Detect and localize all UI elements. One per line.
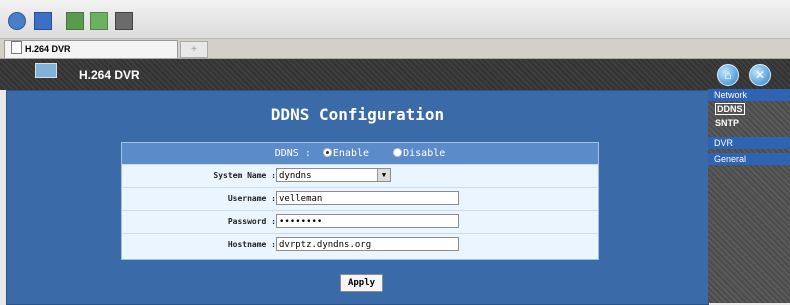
ddns-form: DDNS : Enable Disable System Name : dynd… <box>121 142 599 260</box>
sidebar-item-ddns[interactable]: DDNS <box>708 103 790 116</box>
sidebar: Network DDNS SNTP DVR General <box>708 89 790 303</box>
history-icon[interactable] <box>8 12 26 30</box>
username-input[interactable]: velleman <box>276 191 459 205</box>
apply-button[interactable]: Apply <box>340 274 383 292</box>
hostname-row: Hostname : dvrptz.dyndns.org <box>122 233 598 256</box>
print-icon[interactable] <box>115 12 133 30</box>
password-row: Password : •••••••• <box>122 210 598 233</box>
ddns-toggle-row: DDNS : Enable Disable <box>122 143 598 164</box>
enable-label: Enable <box>332 148 370 159</box>
tab-title: H.264 DVR <box>25 44 71 54</box>
home-icon[interactable]: ⌂ <box>717 64 739 86</box>
app-title: H.264 DVR <box>79 68 140 82</box>
password-input[interactable]: •••••••• <box>276 214 459 228</box>
main-panel: DDNS Configuration DDNS : Enable Disable… <box>6 90 709 305</box>
username-label: Username : <box>227 194 276 203</box>
sidebar-item-sntp[interactable]: SNTP <box>708 117 790 130</box>
page-title: DDNS Configuration <box>270 105 445 124</box>
disable-label: Disable <box>403 148 446 159</box>
system-name-select[interactable]: dyndns ▼ <box>276 168 391 182</box>
dvr-logo-icon <box>35 63 57 78</box>
sidebar-header-general[interactable]: General <box>708 153 790 165</box>
disable-radio[interactable] <box>393 148 403 157</box>
add-page-icon[interactable] <box>90 12 108 30</box>
sidebar-item-label: SNTP <box>715 118 740 128</box>
sidebar-header-dvr[interactable]: DVR <box>708 137 790 149</box>
chevron-down-icon[interactable]: ▼ <box>377 169 390 181</box>
password-label: Password : <box>227 217 276 226</box>
system-name-label: System Name : <box>213 171 276 180</box>
system-name-value: dyndns <box>279 171 312 181</box>
system-name-row: System Name : dyndns ▼ <box>122 164 598 187</box>
hostname-input[interactable]: dvrptz.dyndns.org <box>276 237 459 251</box>
tab-dvr[interactable]: H.264 DVR <box>4 40 178 58</box>
add-favorite-icon[interactable] <box>66 12 84 30</box>
ddns-label: DDNS : <box>274 148 311 159</box>
app-header: H.264 DVR ⌂ ✕ <box>0 59 790 90</box>
favorites-icon[interactable] <box>34 12 52 30</box>
enable-radio[interactable] <box>322 148 332 157</box>
browser-toolbar <box>0 0 790 39</box>
sidebar-header-network[interactable]: Network <box>708 89 790 101</box>
page-icon <box>11 41 22 54</box>
new-tab-button[interactable]: + <box>180 41 208 58</box>
hostname-label: Hostname : <box>227 240 276 249</box>
username-row: Username : velleman <box>122 187 598 210</box>
tab-bar: H.264 DVR + <box>0 39 790 59</box>
sidebar-item-label: DDNS <box>715 103 745 115</box>
tools-icon[interactable]: ✕ <box>749 64 771 86</box>
